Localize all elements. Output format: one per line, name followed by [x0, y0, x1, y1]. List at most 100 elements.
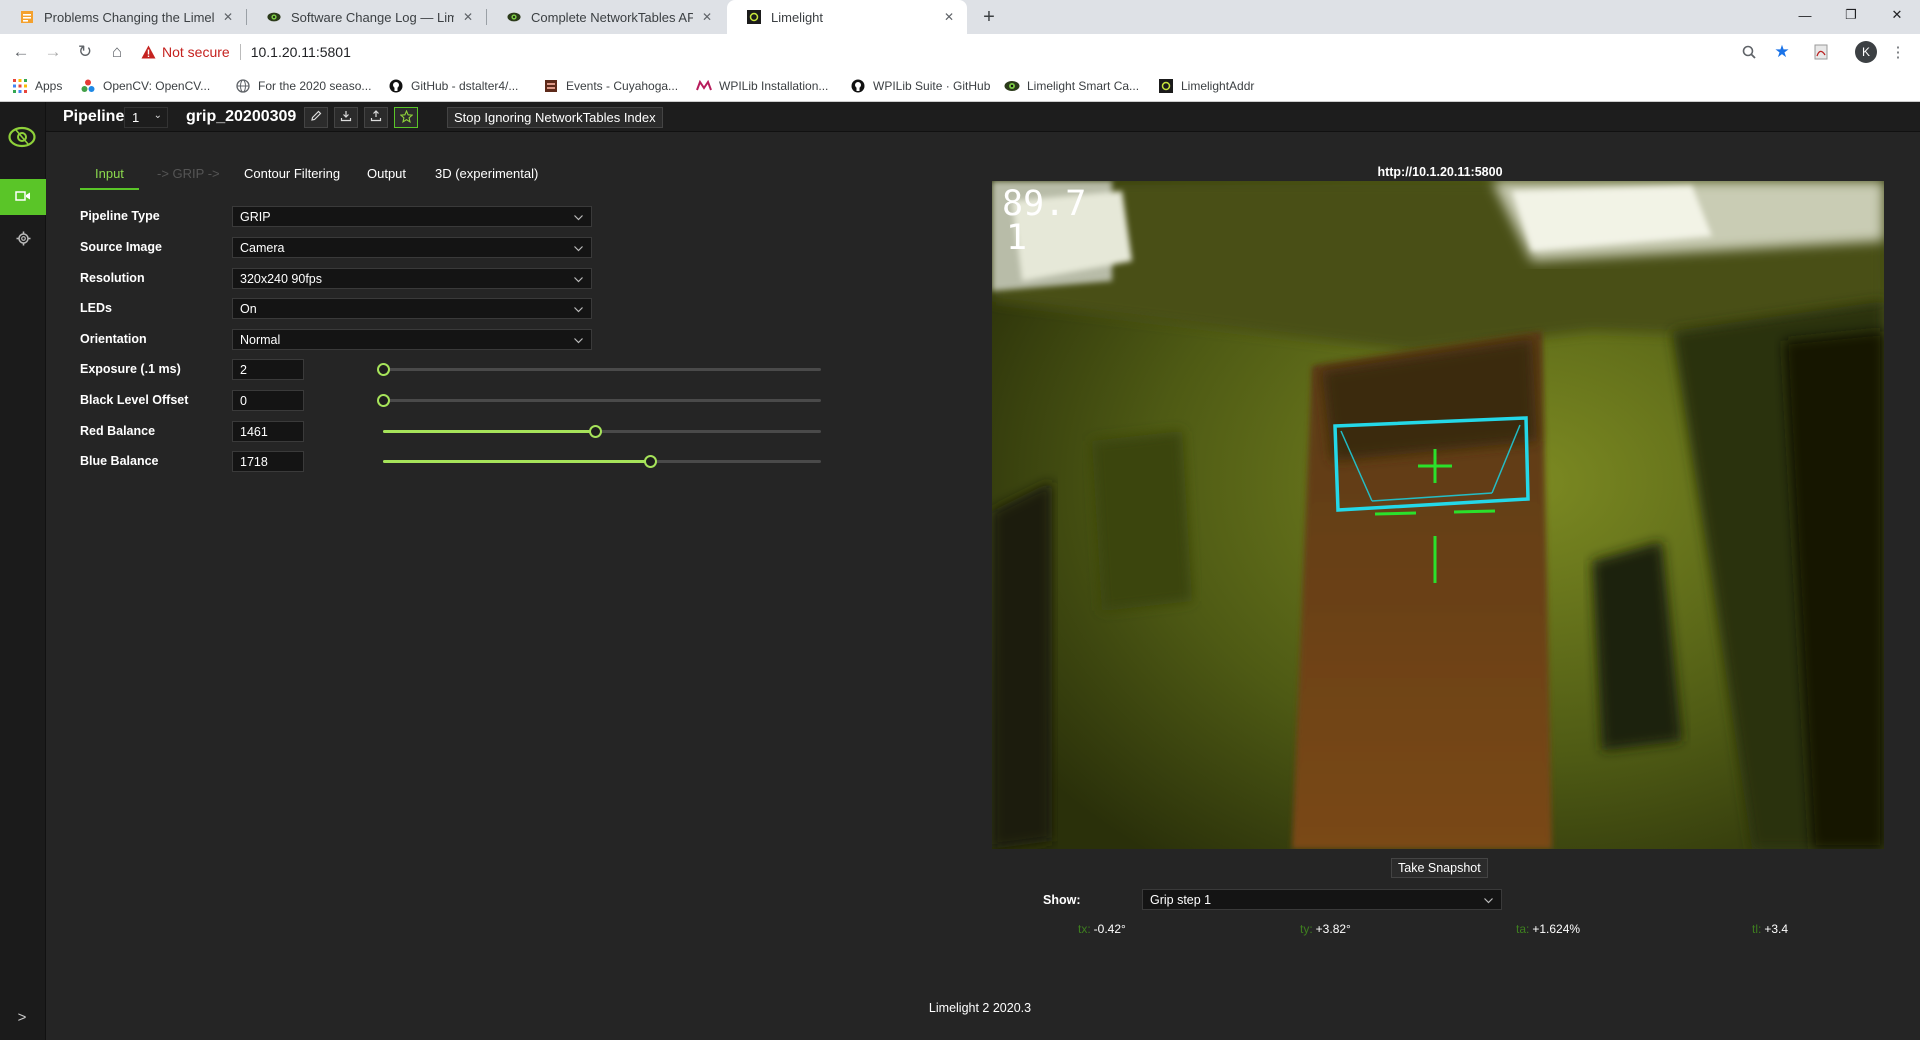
source-image-value: Camera — [240, 240, 285, 255]
address-bar[interactable]: Not secure 10.1.20.11:5801 — [140, 38, 1765, 66]
readout-key: ty: — [1300, 922, 1313, 936]
slider-handle[interactable] — [377, 394, 390, 407]
slider-fill — [383, 430, 596, 433]
readout-tl: tl: +3.4 — [1752, 922, 1788, 936]
bookmark-apps[interactable]: Apps — [12, 77, 62, 95]
settings-tabs: Input -> GRIP -> Contour Filtering Outpu… — [80, 160, 700, 190]
readout-key: tx: — [1078, 922, 1091, 936]
bookmark-opencv[interactable]: OpenCV: OpenCV... — [80, 77, 210, 95]
tab-output[interactable]: Output — [367, 160, 406, 190]
pipeline-index-value: 1 — [132, 110, 140, 125]
show-select[interactable]: Grip step 1 — [1142, 889, 1502, 910]
slider-rail — [383, 399, 821, 402]
tab-3d-experimental[interactable]: 3D (experimental) — [435, 160, 538, 190]
resolution-select[interactable]: 320x240 90fps — [232, 268, 592, 289]
browser-tab[interactable]: Problems Changing the Limeligh ✕ — [0, 0, 246, 34]
bookmark-label: WPILib Installation... — [719, 79, 829, 93]
new-tab-button[interactable]: + — [976, 4, 1002, 30]
forward-arrow-icon[interactable]: → — [41, 40, 65, 64]
bookmark-2020-season[interactable]: For the 2020 seaso... — [235, 77, 371, 95]
restore-window-button[interactable]: ❐ — [1828, 0, 1874, 30]
exposure-input[interactable]: 2 — [232, 359, 304, 380]
video-camera-icon — [15, 190, 31, 205]
bookmark-limelight-smart-camera[interactable]: Limelight Smart Ca... — [1004, 77, 1139, 95]
readout-key: tl: — [1752, 922, 1762, 936]
menu-kebab-icon[interactable]: ⋮ — [1887, 41, 1909, 63]
settings-nav-item[interactable] — [0, 222, 46, 258]
reload-icon[interactable]: ↻ — [73, 40, 97, 64]
minimize-window-button[interactable]: — — [1782, 0, 1828, 30]
source-image-select[interactable]: Camera — [232, 237, 592, 258]
bookmark-wpilib-github[interactable]: WPILib Suite · GitHub — [850, 77, 990, 95]
resolution-label: Resolution — [80, 271, 145, 285]
download-pipeline-button[interactable] — [334, 107, 358, 128]
close-window-button[interactable]: ✕ — [1874, 0, 1920, 30]
stop-ignoring-nt-index-button[interactable]: Stop Ignoring NetworkTables Index — [447, 107, 663, 128]
limelight-app-icon — [1158, 78, 1174, 94]
red-balance-slider[interactable] — [383, 424, 821, 438]
show-value: Grip step 1 — [1150, 892, 1212, 907]
show-label: Show: — [1043, 893, 1081, 907]
not-secure-label[interactable]: Not secure — [162, 44, 230, 60]
bookmark-label: OpenCV: OpenCV... — [103, 79, 211, 93]
url-text[interactable]: 10.1.20.11:5801 — [251, 44, 351, 60]
chevron-down-icon — [574, 242, 583, 252]
blue-balance-input[interactable]: 1718 — [232, 451, 304, 472]
slider-rail — [383, 368, 821, 371]
stream-url[interactable]: http://10.1.20.11:5800 — [1320, 165, 1560, 179]
orientation-select[interactable]: Normal — [232, 329, 592, 350]
bookmark-label: For the 2020 seaso... — [258, 79, 372, 93]
bookmark-label: WPILib Suite · GitHub — [873, 79, 991, 93]
source-image-label: Source Image — [80, 240, 162, 254]
close-tab-icon[interactable]: ✕ — [460, 9, 476, 25]
red-balance-input[interactable]: 1461 — [232, 421, 304, 442]
pipeline-type-label: Pipeline Type — [80, 209, 160, 223]
camera-nav-item[interactable] — [0, 179, 46, 215]
slider-handle[interactable] — [589, 425, 603, 438]
camera-stream[interactable]: 89.7 1 — [992, 181, 1884, 849]
readout-value: +3.82° — [1315, 922, 1351, 936]
tab-title: Complete NetworkTables API — l — [531, 9, 693, 25]
bookmark-star-icon[interactable]: ★ — [1771, 41, 1793, 63]
slider-handle[interactable] — [644, 455, 658, 468]
browser-tab[interactable]: Complete NetworkTables API — l ✕ — [487, 0, 725, 34]
upload-pipeline-button[interactable] — [364, 107, 388, 128]
browser-tab[interactable]: Software Change Log — Limeligh ✕ — [247, 0, 486, 34]
bookmark-events-cuyahoga[interactable]: Events - Cuyahoga... — [543, 77, 678, 95]
readout-tx: tx: -0.42° — [1078, 922, 1126, 936]
bookmark-label: LimelightAddr — [1181, 79, 1255, 93]
exposure-slider[interactable] — [377, 362, 821, 376]
leds-select[interactable]: On — [232, 298, 592, 319]
edit-pipeline-button[interactable] — [304, 107, 328, 128]
tab-input[interactable]: Input — [80, 160, 139, 190]
pipeline-name: grip_20200309 — [186, 108, 297, 125]
pdf-extension-icon[interactable] — [1810, 41, 1832, 63]
bookmark-wpilib-installation[interactable]: WPILib Installation... — [696, 77, 828, 95]
gear-icon — [16, 231, 31, 249]
slider-handle[interactable] — [377, 363, 390, 376]
black-level-offset-input[interactable]: 0 — [232, 390, 304, 411]
url-divider — [239, 44, 241, 60]
limelight-eye-icon — [1004, 78, 1020, 94]
black-level-offset-slider[interactable] — [377, 393, 821, 407]
pencil-icon — [310, 110, 322, 125]
take-snapshot-button[interactable]: Take Snapshot — [1391, 858, 1488, 878]
back-arrow-icon[interactable]: ← — [9, 40, 33, 64]
bookmark-limelightaddr[interactable]: LimelightAddr — [1158, 77, 1254, 95]
pipeline-index-select[interactable]: 1 ⌄ — [124, 107, 168, 128]
profile-avatar[interactable]: K — [1855, 41, 1877, 63]
zoom-icon[interactable] — [1738, 41, 1760, 63]
browser-tab-active[interactable]: Limelight ✕ — [727, 0, 967, 34]
close-tab-icon[interactable]: ✕ — [220, 9, 236, 25]
default-pipeline-button[interactable] — [394, 107, 418, 128]
bookmark-github-dstalter[interactable]: GitHub - dstalter4/... — [388, 77, 518, 95]
resolution-value: 320x240 90fps — [240, 271, 323, 286]
pipeline-type-select[interactable]: GRIP — [232, 206, 592, 227]
close-tab-icon[interactable]: ✕ — [699, 9, 715, 25]
tab-contour-filtering[interactable]: Contour Filtering — [244, 160, 340, 190]
blue-balance-label: Blue Balance — [80, 454, 159, 468]
home-icon[interactable]: ⌂ — [105, 40, 129, 64]
expand-sidebar-chevron-icon[interactable]: > — [12, 1007, 32, 1027]
blue-balance-slider[interactable] — [383, 454, 821, 468]
close-tab-icon[interactable]: ✕ — [941, 9, 957, 25]
